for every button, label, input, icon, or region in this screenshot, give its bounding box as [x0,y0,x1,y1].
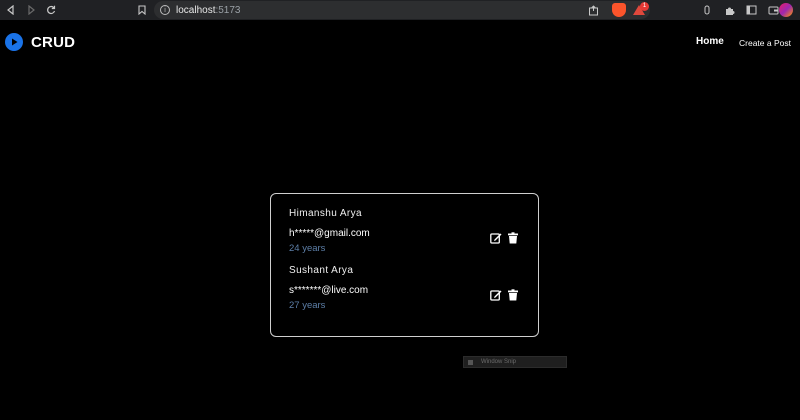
window-snip-tooltip: Window Snip [463,356,567,368]
user-email: s*******@live.com [289,285,369,296]
user-email: h*****@gmail.com [289,228,370,239]
nav-link-home[interactable]: Home [696,36,724,47]
app-logo-icon[interactable] [5,33,23,51]
edit-icon[interactable] [490,232,502,244]
share-icon[interactable] [586,3,600,17]
users-card: Himanshu Arya h*****@gmail.com 24 years … [270,193,539,337]
profile-avatar[interactable] [779,3,793,17]
rewards-badge: 1 [640,2,649,11]
user-entry: Himanshu Arya h*****@gmail.com 24 years [289,208,519,254]
site-info-icon[interactable]: i [160,5,170,15]
nav-link-create-post[interactable]: Create a Post [739,38,791,48]
user-age: 24 years [289,243,326,254]
user-age: 27 years [289,300,326,311]
bookmark-icon[interactable] [134,2,150,18]
back-icon[interactable] [2,1,20,19]
edit-icon[interactable] [490,289,502,301]
user-entry: Sushant Arya s*******@live.com 27 years [289,265,519,311]
address-bar[interactable]: i localhost:5173 [154,1,650,19]
sidebar-icon[interactable] [744,3,758,17]
url-host: localhost [176,4,216,16]
brave-shields-icon[interactable] [612,3,626,17]
delete-icon[interactable] [507,232,519,244]
window-snip-label: Window Snip [481,359,517,365]
wallet-icon[interactable] [766,3,780,17]
wallet-dot-icon[interactable] [700,3,714,17]
browser-toolbar: i localhost:5173 1 [0,0,800,20]
app-navbar: CRUD Home Create a Post [0,20,800,66]
extensions-icon[interactable] [722,3,736,17]
snip-icon [468,359,473,365]
user-name: Himanshu Arya [289,208,363,219]
delete-icon[interactable] [507,289,519,301]
user-name: Sushant Arya [289,265,354,276]
brand-title[interactable]: CRUD [31,34,75,51]
reload-icon[interactable] [42,1,60,19]
url-port: :5173 [215,4,241,16]
forward-icon[interactable] [22,1,40,19]
